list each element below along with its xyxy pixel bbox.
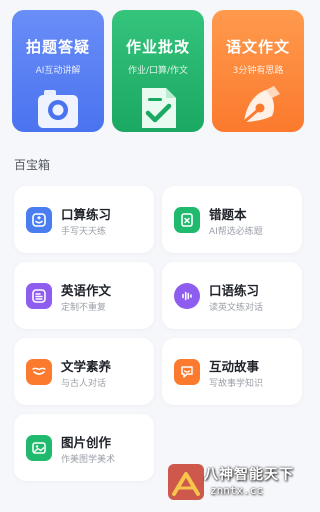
- watermark-url: znntx.cc: [210, 484, 263, 497]
- tool-name: 英语作文: [61, 283, 112, 298]
- tool-card-mistake-book[interactable]: 错题本 AI帮选必练题: [162, 186, 302, 253]
- feature-subtitle: AI互动讲解: [35, 66, 81, 76]
- tool-card-interactive-story[interactable]: 互动故事 写故事学知识: [162, 338, 302, 405]
- tool-desc: AI帮选必练题: [209, 227, 263, 237]
- tool-desc: 手写天天练: [61, 227, 107, 237]
- tool-card-oral-practice[interactable]: 口语练习 读英文练对话: [162, 262, 302, 329]
- tool-desc: 与古人对话: [61, 379, 107, 389]
- tool-name: 口语练习: [209, 283, 260, 298]
- tool-name: 互动故事: [209, 359, 260, 374]
- tool-card-mental-math[interactable]: 口算练习 手写天天练: [14, 186, 154, 253]
- feature-subtitle: 作业/口算/作文: [127, 66, 189, 76]
- book-open-icon: [26, 359, 52, 385]
- tool-desc: 作美图学美术: [61, 455, 116, 465]
- tool-card-image-creation[interactable]: 图片创作 作美图学美术: [14, 414, 154, 481]
- tool-card-english-essay[interactable]: 英语作文 定制不重复: [14, 262, 154, 329]
- camera-icon: [36, 88, 80, 132]
- feature-cards: 拍题答疑 AI互动讲解 作业批改 作业/口算/作文 语文作文 3分钟有思路: [12, 10, 304, 132]
- calculator-face-icon: [26, 207, 52, 233]
- feature-subtitle: 3分钟有思路: [232, 66, 284, 76]
- feature-card-photo-qa[interactable]: 拍题答疑 AI互动讲解: [12, 10, 104, 132]
- notebook-x-icon: [174, 207, 200, 233]
- watermark-text: 八神智能天下: [204, 467, 294, 483]
- tool-name: 错题本: [209, 207, 247, 222]
- watermark: 八神智能天下 znntx.cc: [166, 458, 306, 504]
- feature-title: 拍题答疑: [25, 38, 90, 56]
- tool-name: 口算练习: [61, 207, 112, 222]
- image-icon: [26, 435, 52, 461]
- feature-card-homework-grading[interactable]: 作业批改 作业/口算/作文: [112, 10, 204, 132]
- tool-card-literary-culture[interactable]: 文学素养 与古人对话: [14, 338, 154, 405]
- tool-desc: 定制不重复: [61, 303, 107, 313]
- voice-wave-icon: [174, 283, 200, 309]
- tool-desc: 写故事学知识: [209, 379, 264, 389]
- section-title-toolbox: 百宝箱: [14, 158, 51, 172]
- feature-card-chinese-essay[interactable]: 语文作文 3分钟有思路: [212, 10, 304, 132]
- tool-name: 图片创作: [61, 435, 112, 450]
- feature-title: 语文作文: [225, 38, 290, 56]
- feature-title: 作业批改: [125, 38, 190, 56]
- chat-bubble-icon: [174, 359, 200, 385]
- tool-name: 文学素养: [61, 359, 112, 374]
- tool-desc: 读英文练对话: [209, 303, 264, 313]
- pen-nib-icon: [236, 86, 280, 132]
- text-card-icon: [26, 283, 52, 309]
- document-check-icon: [136, 86, 180, 132]
